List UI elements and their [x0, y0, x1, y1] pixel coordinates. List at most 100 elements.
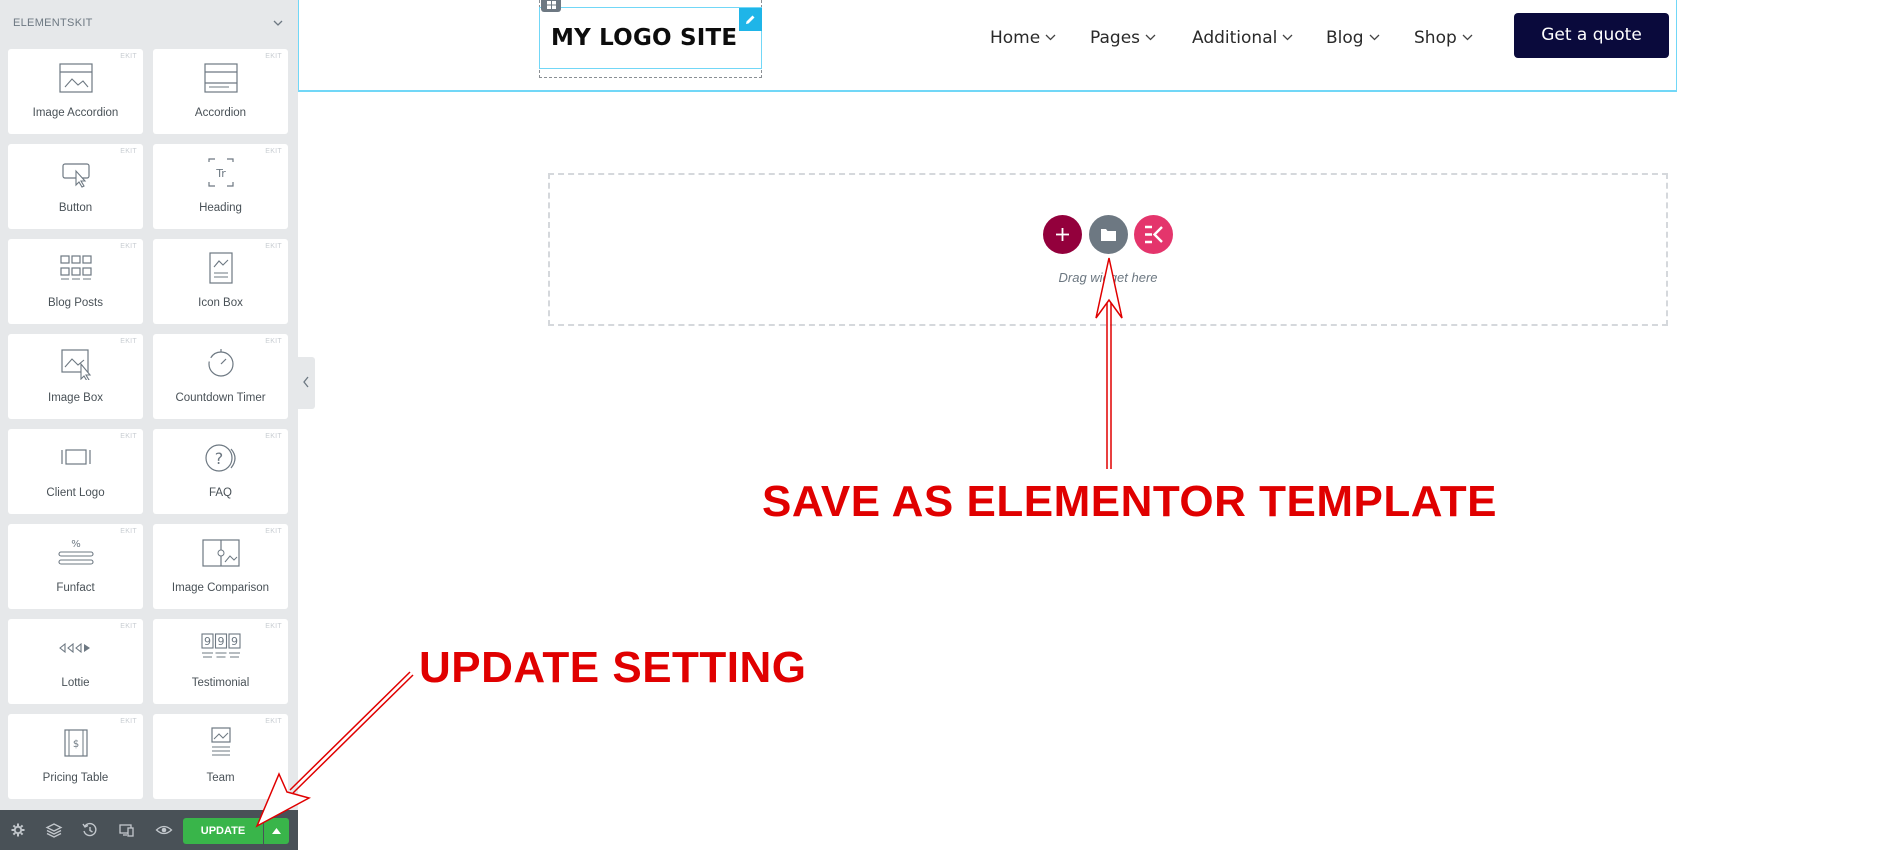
widget-pricing-table[interactable]: EKIT $ Pricing Table	[8, 714, 143, 799]
widget-badge: EKIT	[265, 243, 282, 250]
svg-text:9: 9	[204, 635, 211, 648]
update-setting-annotation: UPDATE SETTING	[419, 643, 807, 692]
nav-item-additional[interactable]: Additional	[1192, 26, 1293, 48]
widget-image-comparison[interactable]: EKIT Image Comparison	[153, 524, 288, 609]
chevron-down-icon	[1369, 26, 1380, 46]
widget-label: Blog Posts	[48, 297, 103, 309]
widget-label: Image Box	[48, 392, 103, 404]
category-title: ELEMENTSKIT	[13, 17, 93, 29]
widget-badge: EKIT	[120, 338, 137, 345]
update-button[interactable]: UPDATE	[183, 818, 263, 844]
elementskit-logo-icon	[1145, 225, 1163, 244]
elements-panel: ELEMENTSKIT EKIT Image Accordion EKIT Accor…	[0, 0, 315, 850]
widget-badge: EKIT	[265, 623, 282, 630]
nav-item-blog[interactable]: Blog	[1326, 26, 1380, 48]
widget-badge: EKIT	[120, 148, 137, 155]
history-icon[interactable]	[81, 821, 99, 839]
widget-funfact[interactable]: EKIT% Funfact	[8, 524, 143, 609]
accordion-icon	[201, 61, 241, 95]
column-handle[interactable]	[541, 0, 561, 12]
lottie-icon	[56, 631, 96, 665]
svg-text:?: ?	[214, 449, 223, 468]
image-box-icon	[56, 346, 96, 382]
chevron-down-icon	[1282, 26, 1293, 46]
widget-label: Countdown Timer	[175, 392, 266, 404]
widget-badge: EKIT	[265, 148, 282, 155]
widget-badge: EKIT	[120, 528, 137, 535]
widget-accordion[interactable]: EKIT Accordion	[153, 49, 288, 134]
widget-label: Image Accordion	[32, 107, 119, 119]
svg-text:%: %	[71, 539, 81, 550]
widget-badge: EKIT	[265, 53, 282, 60]
edit-widget-button[interactable]	[739, 8, 762, 31]
widget-badge: EKIT	[120, 433, 137, 440]
preview-icon[interactable]	[155, 821, 173, 839]
save-template-annotation: SAVE AS ELEMENTOR TEMPLATE	[762, 477, 1497, 526]
nav-item-shop[interactable]: Shop	[1414, 26, 1473, 48]
widget-label: Pricing Table	[42, 772, 109, 784]
chevron-down-icon[interactable]	[272, 16, 284, 28]
widget-badge: EKIT	[120, 243, 137, 250]
widget-testimonial[interactable]: EKIT 9 9 9 Testimonial	[153, 619, 288, 704]
nav-item-home[interactable]: Home	[990, 26, 1056, 48]
folder-icon	[1101, 229, 1116, 241]
nav-item-pages[interactable]: Pages	[1090, 26, 1156, 48]
widget-label: Lottie	[61, 677, 90, 689]
image-comparison-icon	[201, 536, 241, 570]
add-template-button[interactable]	[1089, 215, 1128, 254]
widget-team[interactable]: EKIT Team	[153, 714, 288, 799]
widget-badge: EKIT	[120, 53, 137, 60]
svg-text:$: $	[72, 739, 78, 750]
widget-label: Accordion	[194, 107, 247, 119]
funfact-icon: %	[56, 536, 96, 570]
chevron-down-icon	[1045, 26, 1056, 46]
widget-client-logo[interactable]: EKIT Client Logo	[8, 429, 143, 514]
button-icon	[56, 156, 96, 190]
widget-blog-posts[interactable]: EKIT Blog Posts	[8, 239, 143, 324]
pricing-table-icon: $	[56, 726, 96, 760]
responsive-icon[interactable]	[118, 821, 136, 839]
caret-up-icon	[272, 828, 281, 834]
icon-box-icon	[201, 251, 241, 285]
widget-label: FAQ	[208, 487, 232, 499]
widget-countdown-timer[interactable]: EKIT Countdown Timer	[153, 334, 288, 419]
widget-label: Testimonial	[191, 677, 250, 689]
faq-icon: ?	[201, 441, 241, 475]
widget-label: Funfact	[56, 582, 95, 594]
add-new-section-button[interactable]	[1043, 215, 1082, 254]
collapse-panel-button[interactable]	[298, 357, 315, 409]
widget-image-accordion[interactable]: EKIT Image Accordion	[8, 49, 143, 134]
category-header[interactable]: ELEMENTSKIT	[0, 0, 298, 45]
settings-icon[interactable]	[9, 821, 27, 839]
widget-lottie[interactable]: EKIT Lottie	[8, 619, 143, 704]
countdown-timer-icon	[201, 346, 241, 380]
widget-label: Icon Box	[198, 297, 243, 309]
blog-posts-icon	[56, 251, 96, 285]
widget-badge: EKIT	[265, 718, 282, 725]
svg-text:Tr: Tr	[215, 167, 226, 180]
navigator-icon[interactable]	[45, 821, 63, 839]
save-options-button[interactable]	[264, 818, 289, 844]
plus-icon	[1056, 228, 1069, 241]
widget-badge: EKIT	[120, 623, 137, 630]
widget-label: Button	[58, 202, 93, 214]
widget-badge: EKIT	[120, 718, 137, 725]
widget-button[interactable]: EKIT Button	[8, 144, 143, 229]
chevron-down-icon	[1462, 26, 1473, 46]
elementskit-library-button[interactable]	[1134, 215, 1173, 254]
widget-badge: EKIT	[265, 528, 282, 535]
widget-icon-box[interactable]: EKIT Icon Box	[153, 239, 288, 324]
widget-image-box[interactable]: EKIT Image Box	[8, 334, 143, 419]
heading-icon: Tr	[201, 156, 241, 190]
site-logo[interactable]: MY LOGO SITE	[551, 25, 737, 51]
chevron-down-icon	[1145, 26, 1156, 46]
dropzone-hint: Drag widget here	[1058, 270, 1158, 285]
widget-badge: EKIT	[265, 338, 282, 345]
widget-label: Team	[206, 772, 235, 784]
widget-label: Image Comparison	[171, 582, 270, 594]
widget-heading[interactable]: EKIT Tr Heading	[153, 144, 288, 229]
widget-faq[interactable]: EKIT? FAQ	[153, 429, 288, 514]
testimonial-icon: 999	[200, 631, 241, 665]
get-a-quote-button[interactable]: Get a quote	[1514, 13, 1669, 58]
chevron-left-icon	[303, 376, 309, 388]
